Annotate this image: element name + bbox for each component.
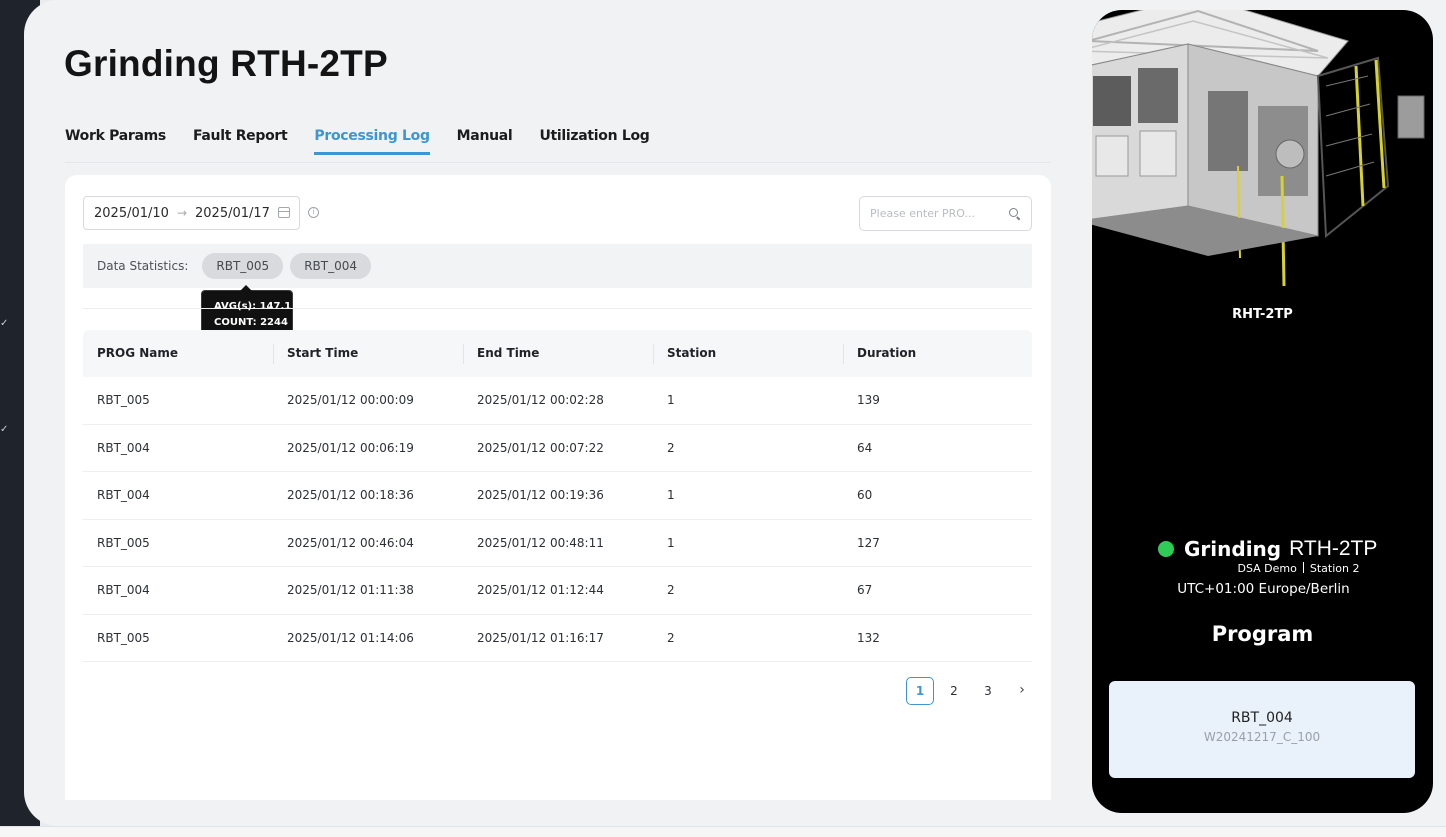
cell-duration: 64 (857, 440, 873, 455)
tab-fault-report[interactable]: Fault Report (193, 128, 288, 155)
data-statistics-bar: Data Statistics: RBT_005 RBT_004 (83, 244, 1032, 288)
cell-prog-name: RBT_004 (97, 583, 150, 598)
table-header: PROG Name Start Time End Time Station Du… (83, 330, 1032, 377)
cell-duration: 60 (857, 488, 873, 503)
table-row[interactable]: RBT_005 2025/01/12 00:00:09 2025/01/12 0… (83, 377, 1032, 425)
column-header-end-time: End Time (463, 330, 653, 377)
data-statistics-label: Data Statistics: (97, 259, 189, 273)
tab-processing-log[interactable]: Processing Log (314, 128, 430, 155)
cell-prog-name: RBT_004 (97, 440, 150, 455)
cell-start-time: 2025/01/12 00:00:09 (287, 393, 414, 408)
cell-station: 1 (667, 535, 675, 550)
cell-duration: 127 (857, 535, 880, 550)
separator (1302, 562, 1304, 573)
tooltip-count: COUNT: 2244 (214, 317, 288, 328)
machine-panel: RHT-2TP Grinding RTH-2TP DSA Demo Station… (1092, 10, 1433, 813)
machine-location: DSA Demo Station 2 (1092, 562, 1433, 575)
table-row[interactable]: RBT_004 2025/01/12 01:11:38 2025/01/12 0… (83, 567, 1032, 615)
cell-end-time: 2025/01/12 01:16:17 (477, 630, 604, 645)
status-model: RTH-2TP (1289, 537, 1378, 560)
calendar-icon[interactable] (278, 207, 290, 218)
range-arrow-icon: → (176, 206, 187, 220)
chevron-right-icon[interactable]: › (1008, 677, 1036, 705)
cell-end-time: 2025/01/12 00:48:11 (477, 535, 604, 550)
cell-end-time: 2025/01/12 00:19:36 (477, 488, 604, 503)
date-end[interactable]: 2025/01/17 (195, 206, 270, 221)
tab-manual[interactable]: Manual (457, 128, 513, 155)
pagination: 1 2 3 › (900, 677, 1036, 705)
cell-duration: 139 (857, 393, 880, 408)
cell-prog-name: RBT_005 (97, 393, 150, 408)
machine-status: Grinding RTH-2TP (1158, 537, 1377, 561)
page-title: Grinding RTH-2TP (64, 43, 388, 84)
chevron-down-icon[interactable]: ✓ (0, 318, 8, 329)
table-row[interactable]: RBT_005 2025/01/12 00:46:04 2025/01/12 0… (83, 520, 1032, 567)
program-name: RBT_004 (1231, 710, 1293, 726)
cell-start-time: 2025/01/12 01:11:38 (287, 583, 414, 598)
machine-image (1092, 10, 1425, 287)
column-header-prog-name: PROG Name (97, 346, 179, 360)
program-heading: Program (1211, 622, 1314, 646)
table-row[interactable]: RBT_004 2025/01/12 00:06:19 2025/01/12 0… (83, 425, 1032, 472)
tab-work-params[interactable]: Work Params (65, 128, 166, 155)
processing-log-table: PROG Name Start Time End Time Station Du… (83, 330, 1032, 662)
cell-end-time: 2025/01/12 00:02:28 (477, 393, 604, 408)
cell-end-time: 2025/01/12 01:12:44 (477, 583, 604, 598)
program-card[interactable]: RBT_004 W20241217_C_100 (1109, 681, 1415, 778)
cell-start-time: 2025/01/12 00:46:04 (287, 535, 414, 550)
timezone-label: UTC+01:00 Europe/Berlin (1177, 581, 1350, 597)
bottom-band (0, 826, 1446, 837)
cell-station: 1 (667, 393, 675, 408)
chevron-down-icon[interactable]: ✓ (0, 424, 8, 435)
table-row[interactable]: RBT_005 2025/01/12 01:14:06 2025/01/12 0… (83, 615, 1032, 662)
page-button-1[interactable]: 1 (906, 677, 934, 705)
cell-station: 1 (667, 488, 675, 503)
column-header-duration: Duration (843, 330, 1032, 377)
stat-chip-rbt-005[interactable]: RBT_005 (202, 253, 284, 279)
search-icon[interactable] (1009, 208, 1018, 217)
date-start[interactable]: 2025/01/10 (94, 206, 169, 221)
cell-prog-name: RBT_005 (97, 535, 150, 550)
program-id: W20241217_C_100 (1203, 730, 1321, 744)
stat-chip-rbt-004[interactable]: RBT_004 (290, 253, 371, 279)
machine-caption: RHT-2TP (1232, 307, 1293, 322)
cell-duration: 67 (857, 583, 873, 598)
cell-station: 2 (667, 583, 675, 598)
search-input[interactable] (860, 197, 1000, 230)
tooltip-avg: AVG(s): 147.1 (214, 301, 292, 312)
page-button-3[interactable]: 3 (974, 677, 1002, 705)
cell-station: 2 (667, 440, 675, 455)
cell-station: 2 (667, 630, 675, 645)
cell-duration: 132 (857, 630, 880, 645)
info-icon[interactable]: i (308, 207, 319, 218)
search-box[interactable] (859, 196, 1032, 231)
cell-prog-name: RBT_005 (97, 630, 150, 645)
column-header-station: Station (653, 330, 843, 377)
processing-log-card: 2025/01/10 → 2025/01/17 i Data Statistic… (65, 175, 1051, 800)
cell-prog-name: RBT_004 (97, 488, 150, 503)
section-divider (83, 308, 1032, 309)
page-button-2[interactable]: 2 (940, 677, 968, 705)
cell-start-time: 2025/01/12 00:06:19 (287, 440, 414, 455)
cell-start-time: 2025/01/12 01:14:06 (287, 630, 414, 645)
table-row[interactable]: RBT_004 2025/01/12 00:18:36 2025/01/12 0… (83, 472, 1032, 520)
status-word: Grinding (1184, 537, 1282, 561)
site-name: DSA Demo (1237, 562, 1297, 575)
cell-start-time: 2025/01/12 00:18:36 (287, 488, 414, 503)
status-dot-icon (1158, 541, 1174, 557)
tab-utilization-log[interactable]: Utilization Log (539, 128, 649, 155)
tab-bar: Work Params Fault Report Processing Log … (65, 128, 677, 155)
cell-end-time: 2025/01/12 00:07:22 (477, 440, 604, 455)
date-range-picker[interactable]: 2025/01/10 → 2025/01/17 (83, 196, 300, 230)
station-name: Station 2 (1309, 562, 1360, 575)
column-header-start-time: Start Time (273, 330, 463, 377)
tabs-divider (65, 162, 1051, 163)
